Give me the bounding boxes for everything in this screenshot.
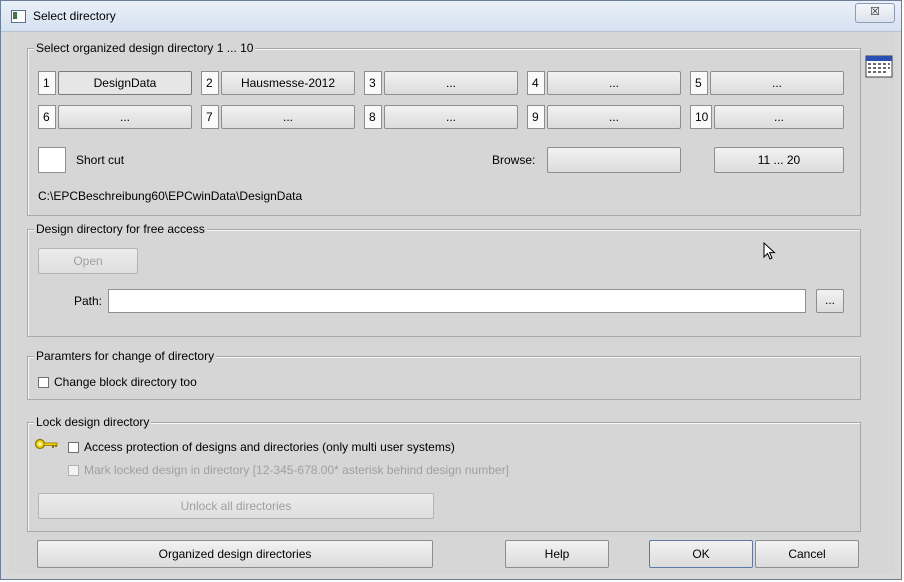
open-button[interactable]: Open: [38, 248, 138, 274]
help-button[interactable]: Help: [505, 540, 609, 568]
access-protection-label: Access protection of designs and directo…: [84, 440, 455, 454]
mouse-pointer-icon: [763, 241, 777, 265]
slot-button-9[interactable]: ...: [547, 105, 681, 129]
access-protection-checkbox[interactable]: [68, 442, 79, 453]
cancel-button[interactable]: Cancel: [755, 540, 859, 568]
slot-number-10: 10: [690, 105, 712, 129]
slot-button-10[interactable]: ...: [714, 105, 844, 129]
slot-button-7[interactable]: ...: [221, 105, 355, 129]
select-directory-dialog: Select directory ☒ Select organized desi…: [0, 0, 902, 580]
slot-button-3[interactable]: ...: [384, 71, 518, 95]
slot-button-5[interactable]: ...: [710, 71, 844, 95]
path-browse-button[interactable]: ...: [816, 289, 844, 313]
lock-directory-group: Lock design directory Access protection …: [27, 415, 861, 532]
ok-button[interactable]: OK: [649, 540, 753, 568]
lock-legend: Lock design directory: [34, 415, 152, 429]
slot-number-1: 1: [38, 71, 56, 95]
slot-number-6: 6: [38, 105, 56, 129]
slot-number-3: 3: [364, 71, 382, 95]
unlock-all-button[interactable]: Unlock all directories: [38, 493, 434, 519]
free-access-group: Design directory for free access Open Pa…: [27, 222, 861, 337]
change-block-checkbox[interactable]: [38, 377, 49, 388]
current-directory-path: C:\EPCBeschreibung60\EPCwinData\DesignDa…: [38, 189, 303, 203]
close-button[interactable]: ☒: [855, 3, 895, 23]
shortcut-label: Short cut: [76, 153, 125, 167]
path-label: Path:: [74, 294, 103, 308]
slot-number-4: 4: [527, 71, 545, 95]
change-block-label: Change block directory too: [54, 375, 197, 389]
browse-label: Browse:: [492, 153, 536, 167]
slot-number-9: 9: [527, 105, 545, 129]
dialog-client: Select organized design directory 1 ... …: [9, 32, 895, 574]
organized-directories-button[interactable]: Organized design directories: [37, 540, 433, 568]
key-icon: [34, 437, 60, 454]
slot-button-2[interactable]: Hausmesse-2012: [221, 71, 355, 95]
path-input[interactable]: [108, 289, 806, 313]
app-icon: [11, 10, 26, 23]
slot-number-7: 7: [201, 105, 219, 129]
slot-button-4[interactable]: ...: [547, 71, 681, 95]
organized-group-legend: Select organized design directory 1 ... …: [34, 41, 256, 55]
slot-number-5: 5: [690, 71, 708, 95]
slot-button-8[interactable]: ...: [384, 105, 518, 129]
mark-locked-label: Mark locked design in directory [12-345-…: [84, 463, 509, 477]
organized-directory-group: Select organized design directory 1 ... …: [27, 41, 861, 216]
close-icon: ☒: [870, 6, 880, 18]
free-access-legend: Design directory for free access: [34, 222, 207, 236]
slot-number-8: 8: [364, 105, 382, 129]
parameters-legend: Paramters for change of directory: [34, 349, 217, 363]
next-range-button[interactable]: 11 ... 20: [714, 147, 844, 173]
window-title: Select directory: [33, 9, 116, 23]
title-bar: Select directory ☒: [1, 1, 901, 32]
mark-locked-checkbox[interactable]: [68, 465, 79, 476]
slot-number-2: 2: [201, 71, 219, 95]
calendar-grid-icon[interactable]: [865, 53, 893, 79]
parameters-group: Paramters for change of directory Change…: [27, 349, 861, 400]
browse-button[interactable]: [547, 147, 681, 173]
shortcut-input[interactable]: [38, 147, 66, 173]
slot-button-6[interactable]: ...: [58, 105, 192, 129]
slot-button-1[interactable]: DesignData: [58, 71, 192, 95]
